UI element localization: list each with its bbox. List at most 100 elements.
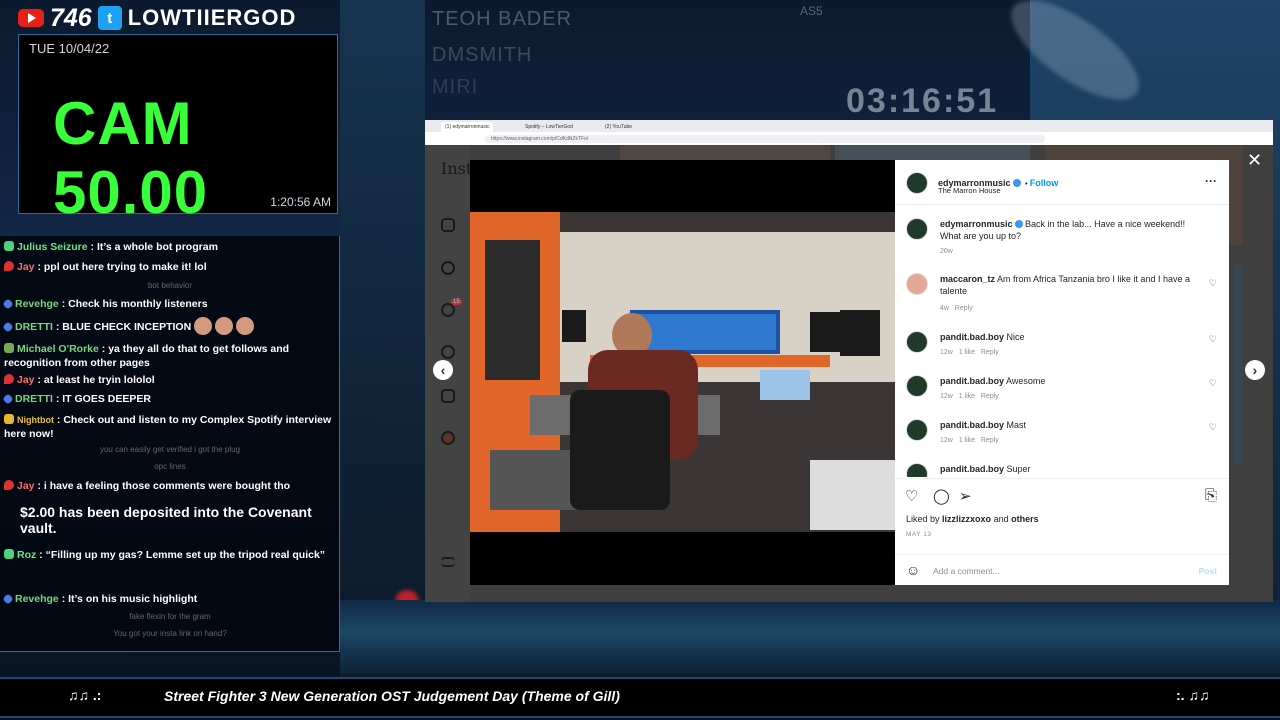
comment-text: Nice [1006, 332, 1025, 342]
url-input[interactable]: https://www.instagram.com/p/CdKdNZkTFo/ [485, 135, 1045, 143]
address-bar-area: https://www.instagram.com/p/CdKdNZkTFo/ [425, 132, 1273, 146]
comment-avatar[interactable] [906, 273, 928, 295]
chat-panel: Julius Seizure : It’s a whole bot progra… [0, 236, 340, 652]
background-building-left [340, 0, 425, 600]
emote-icon [194, 317, 213, 335]
chat-badge-icon [4, 261, 14, 271]
chat-system-line: bot behavior [147, 281, 193, 290]
comment-avatar[interactable] [906, 419, 928, 441]
post-details-panel: edymarronmusic • Follow The Marron House… [895, 160, 1229, 585]
comment: pandit.bad.boy Super [940, 463, 1031, 475]
cam-time: 1:20:56 AM [270, 195, 331, 209]
chat-message: Jay : at least he tryin lololol [4, 373, 336, 387]
like-icon[interactable]: ♡ [905, 487, 918, 505]
verified-icon [1014, 220, 1023, 228]
post-comment-button[interactable]: Post [1199, 566, 1217, 576]
chat-username: DRETTI [15, 393, 53, 405]
comment-clip: pandit.bad.boy Super [895, 460, 1229, 477]
song-title: Street Fighter 3 New Generation OST Judg… [164, 688, 620, 704]
like-comment-icon[interactable]: ♡ [1209, 278, 1217, 289]
background-rain-floor [340, 600, 1280, 680]
chat-badge-icon [2, 393, 14, 405]
hud-text: MIRI [432, 76, 479, 98]
chat-text: : “Filling up my gas? Lemme set up the t… [39, 549, 326, 561]
music-note-left: ♫♫ .: [68, 687, 102, 703]
caption-username[interactable]: edymarronmusic [940, 219, 1013, 229]
verified-icon [1012, 179, 1021, 187]
share-icon[interactable]: ➢ [959, 487, 972, 505]
chat-text: : Check his monthly listeners [61, 298, 208, 310]
hud-text: AS5 [800, 4, 823, 18]
reply-button[interactable]: Reply [955, 305, 973, 312]
chat-badge-icon [4, 480, 14, 490]
chat-message: DRETTI : BLUE CHECK INCEPTION [2, 317, 336, 335]
chat-badge-icon [4, 241, 14, 251]
post-date: MAY 13 [906, 531, 932, 538]
twitter-icon: t [97, 6, 122, 30]
reply-button[interactable]: Reply [981, 393, 999, 400]
reply-button[interactable]: Reply [981, 437, 999, 444]
comment-username[interactable]: pandit.bad.boy [940, 464, 1004, 474]
chat-system-line: opc lines [154, 462, 186, 471]
comment: pandit.bad.boy Mast [940, 419, 1026, 431]
close-icon[interactable]: ✕ [1247, 150, 1262, 171]
comment-meta: 12w 1 like Reply [940, 349, 999, 356]
previous-post-button[interactable]: ‹ [433, 360, 453, 380]
caption: edymarronmusic Back in the lab... Have a… [940, 218, 1200, 242]
cam-panel: TUE 10/04/22 CAM 50.00 1:20:56 AM [18, 34, 338, 226]
chat-text: : IT GOES DEEPER [55, 393, 151, 405]
chat-message: DRETTI : IT GOES DEEPER [2, 392, 336, 406]
add-comment-bar: ☺ Add a comment... Post [895, 554, 1229, 586]
bookmark-icon[interactable]: ⎘ [1205, 487, 1217, 504]
next-post-button[interactable]: › [1245, 360, 1265, 380]
like-comment-icon[interactable]: ♡ [1209, 378, 1217, 389]
chat-text: : Check out and listen to my Complex Spo… [4, 414, 332, 440]
caption-age: 20w [940, 248, 953, 255]
browser-tab[interactable]: (2) YouTube [601, 122, 637, 132]
liked-by-user-link[interactable]: lizzlizzxoxo [942, 514, 991, 524]
liked-by: Liked by lizzlizzxoxo and others [906, 514, 1039, 524]
comment-avatar[interactable] [906, 375, 928, 397]
reply-button[interactable]: Reply [981, 349, 999, 356]
comment-avatar[interactable] [906, 331, 928, 353]
comment-username[interactable]: pandit.bad.boy [940, 332, 1004, 342]
like-comment-icon[interactable]: ♡ [1209, 422, 1217, 433]
comment-username[interactable]: maccaron_tz [940, 274, 995, 284]
comment-avatar[interactable] [906, 463, 928, 477]
chat-username: Julius Seizure [17, 241, 88, 253]
emoji-icon[interactable]: ☺ [906, 562, 920, 578]
follow-button[interactable]: Follow [1030, 178, 1059, 188]
comment: pandit.bad.boy Nice [940, 331, 1025, 343]
hud-text: TEOH BADER [432, 8, 573, 30]
author-avatar[interactable] [906, 172, 928, 194]
comment-input[interactable]: Add a comment... [933, 566, 1000, 576]
studio-photo [470, 212, 895, 585]
chat-message: Revehge : It’s on his music highlight [2, 592, 336, 606]
post-location[interactable]: The Marron House [938, 186, 1001, 195]
chat-username: Jay [17, 480, 35, 492]
more-options-icon[interactable]: ··· [1205, 174, 1217, 188]
comment-username[interactable]: pandit.bad.boy [940, 376, 1004, 386]
chat-badge-icon [2, 321, 14, 333]
comment-icon[interactable]: ◯ [933, 487, 950, 505]
chat-username: Roz [17, 549, 37, 561]
chat-message: Jay : i have a feeling those comments we… [4, 479, 336, 493]
chat-username: Nightbot [17, 415, 54, 425]
cam-date: TUE 10/04/22 [29, 41, 110, 56]
emote-icon [215, 317, 234, 335]
chat-message: Julius Seizure : It’s a whole bot progra… [4, 240, 336, 254]
hud-text: DMSMITH [432, 44, 533, 66]
comment-username[interactable]: pandit.bad.boy [940, 420, 1004, 430]
browser-tab[interactable]: (1) edymarronmusic [441, 122, 494, 132]
chat-text: : at least he tryin lololol [37, 374, 155, 386]
chat-username: Jay [17, 261, 35, 273]
like-comment-icon[interactable]: ♡ [1209, 334, 1217, 345]
chat-message: Nightbot : Check out and listen to my Co… [4, 413, 336, 441]
caption-avatar[interactable] [906, 218, 928, 240]
browser-tab[interactable]: Spotify – LowTierGod [521, 122, 577, 132]
post-photo [470, 160, 895, 585]
chat-username: Jay [17, 374, 35, 386]
liked-by-others-link[interactable]: others [1011, 514, 1039, 524]
chat-system-line: you can easily get verified i got the pl… [99, 445, 241, 454]
chat-text: : It’s a whole bot program [90, 241, 218, 253]
